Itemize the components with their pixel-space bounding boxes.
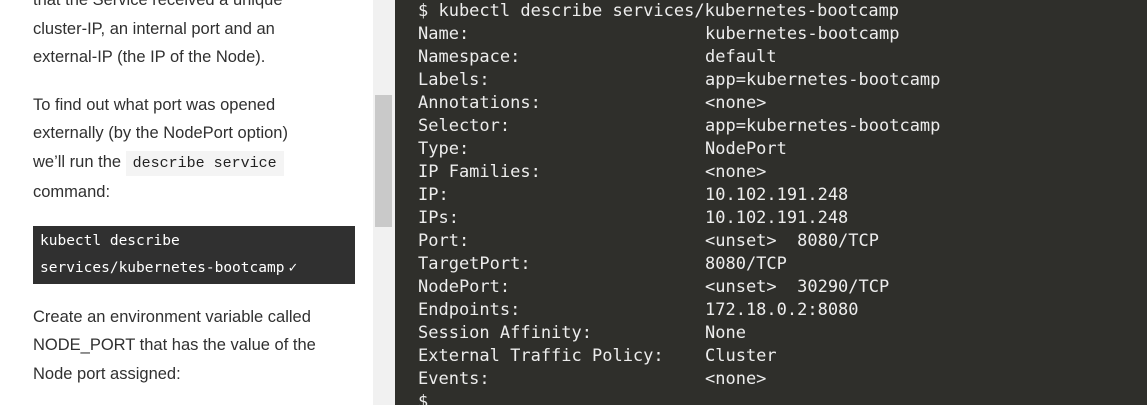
para3-line: NODE_PORT that has the value of the (33, 336, 316, 354)
describe-key: Labels: (418, 70, 490, 90)
terminal-prompt[interactable]: $ (418, 391, 940, 405)
describe-value: app=kubernetes-bootcamp (705, 70, 941, 90)
describe-key: Type: (418, 139, 470, 159)
describe-row: Session Affinity: None (418, 322, 940, 345)
para1-line: external-IP (the IP of the Node). (33, 48, 266, 66)
describe-key: External Traffic Policy: (418, 346, 664, 366)
paragraph-env-var: Create an environment variable called NO… (33, 303, 363, 389)
terminal-output: $ kubectl describe services/kubernetes-b… (418, 0, 940, 405)
inline-code: describe service (125, 150, 284, 176)
describe-row: TargetPort: 8080/TCP (418, 253, 940, 276)
describe-row: External Traffic Policy: Cluster (418, 345, 940, 368)
describe-key: Name: (418, 24, 470, 44)
scrollbar-thumb[interactable] (375, 95, 392, 227)
describe-key: NodePort: (418, 277, 511, 297)
para1-line: that the Service received a unique (33, 0, 283, 9)
describe-value: NodePort (705, 139, 787, 159)
paragraph-service-info: that the Service received a unique clust… (33, 0, 363, 72)
describe-value: None (705, 323, 746, 343)
describe-value: <none> (705, 162, 767, 182)
describe-key: Namespace: (418, 47, 521, 67)
scrollbar[interactable] (373, 0, 395, 405)
describe-key: TargetPort: (418, 254, 531, 274)
describe-value: kubernetes-bootcamp (705, 24, 900, 44)
paragraph-find-port: To find out what port was opened externa… (33, 91, 363, 207)
describe-row: Endpoints: 172.18.0.2:8080 (418, 299, 940, 322)
describe-row: Events: <none> (418, 368, 940, 391)
describe-row: IP: 10.102.191.248 (418, 184, 940, 207)
command-block[interactable]: kubectl describe services/kubernetes-boo… (33, 225, 355, 284)
para3-line: Node port assigned: (33, 364, 181, 383)
para2-line: we’ll run the (33, 152, 122, 171)
describe-row: Selector: app=kubernetes-bootcamp (418, 115, 940, 138)
describe-value: app=kubernetes-bootcamp (705, 116, 941, 136)
instructions-text: that the Service received a unique clust… (33, 0, 363, 405)
command-line: services/kubernetes-bootcamp ✓ (40, 255, 355, 282)
describe-key: Selector: (418, 116, 511, 136)
describe-key: IPs: (418, 208, 459, 228)
describe-key: Events: (418, 369, 490, 389)
command-line: kubectl describe (40, 232, 180, 249)
describe-row: IP Families: <none> (418, 161, 940, 184)
describe-row: Type: NodePort (418, 138, 940, 161)
describe-key: Session Affinity: (418, 323, 592, 343)
terminal-command: $ kubectl describe services/kubernetes-b… (418, 1, 900, 21)
describe-value: <unset> 8080/TCP (705, 231, 879, 251)
describe-row: Annotations: <none> (418, 92, 940, 115)
tutorial-panel: that the Service received a unique clust… (0, 0, 373, 405)
describe-value: 10.102.191.248 (705, 208, 849, 228)
para3-line: Create an environment variable called (33, 307, 311, 326)
terminal[interactable]: $ kubectl describe services/kubernetes-b… (395, 0, 1147, 405)
describe-key: IP Families: (418, 162, 541, 182)
para2-line: To find out what port was opened (33, 95, 276, 114)
describe-row: Namespace: default (418, 46, 940, 69)
describe-row: Name: kubernetes-bootcamp (418, 23, 940, 46)
para2-line: command: (33, 183, 111, 201)
describe-value: <unset> 30290/TCP (705, 277, 890, 297)
describe-key: Endpoints: (418, 300, 521, 320)
describe-value: <none> (705, 369, 767, 389)
describe-row: Labels: app=kubernetes-bootcamp (418, 69, 940, 92)
describe-key: Port: (418, 231, 470, 251)
describe-value: Cluster (705, 346, 777, 366)
describe-value: 172.18.0.2:8080 (705, 300, 859, 320)
para2-line: externally (by the NodePort option) (33, 124, 288, 142)
describe-value: default (705, 47, 777, 67)
check-icon: ✓ (288, 259, 298, 276)
describe-value: 8080/TCP (705, 254, 787, 274)
describe-value: 10.102.191.248 (705, 185, 849, 205)
describe-row: Port: <unset> 8080/TCP (418, 230, 940, 253)
describe-value: <none> (705, 93, 767, 113)
command-text: services/kubernetes-bootcamp (40, 259, 285, 276)
para1-line: cluster-IP, an internal port and an (33, 19, 275, 38)
describe-row: NodePort: <unset> 30290/TCP (418, 276, 940, 299)
describe-key: Annotations: (418, 93, 541, 113)
describe-output: Name: kubernetes-bootcamp Namespace: defaul… (418, 23, 940, 391)
describe-row: IPs: 10.102.191.248 (418, 207, 940, 230)
describe-key: IP: (418, 185, 449, 205)
